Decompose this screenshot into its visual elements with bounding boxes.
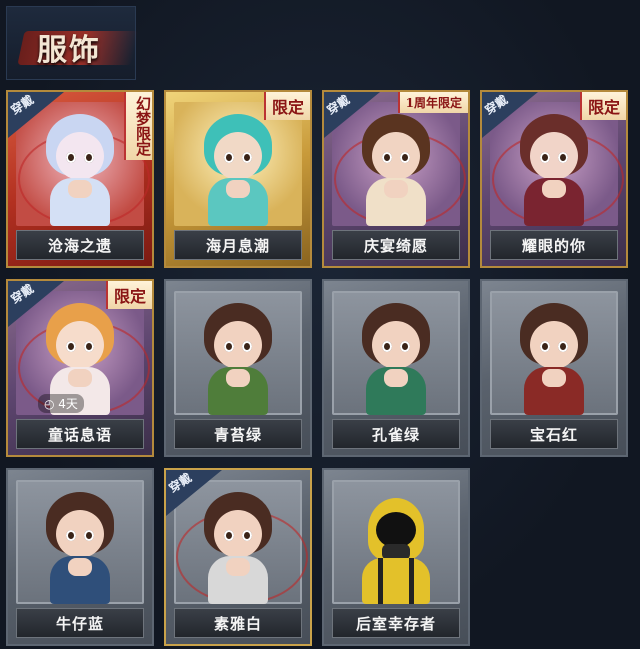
character-hands [226,369,250,387]
character-hands [68,558,92,576]
outfit-card[interactable]: 限定海月息潮 [164,90,312,268]
character-face [56,321,104,369]
card-label-bar: 海月息潮 [174,230,302,260]
character-eye [242,530,252,541]
outfit-card[interactable]: 牛仔蓝 [6,468,154,646]
outfit-card[interactable]: 限定 穿戴 ◴ 4天 童话息语 [6,279,154,457]
character-eye [558,341,568,352]
suspender-strap [409,558,414,604]
character-eye [382,341,392,352]
character-portrait [190,114,286,226]
outfit-name: 青苔绿 [213,425,262,444]
outfit-card[interactable]: 穿戴 素雅白 [164,468,312,646]
limited-tag: 1周年限定 [397,92,468,113]
outfit-name: 沧海之遗 [47,236,112,255]
limited-tag: 幻梦限定 [124,92,152,160]
card-label-bar: 后室幸存者 [332,608,460,638]
outfit-name: 牛仔蓝 [55,614,104,633]
suspender-strap [378,558,383,604]
character-eye [540,152,550,163]
character-portrait [348,303,444,415]
card-label-bar: 庆宴绮愿 [332,230,460,260]
character-eye [224,530,234,541]
expiry-timer-text: 4天 [58,397,78,411]
limited-tag: 限定 [105,281,152,309]
character-hands [68,180,92,198]
character-eye [66,152,76,163]
character-portrait [348,492,444,604]
character-face [530,321,578,369]
character-hands [68,369,92,387]
outfit-card[interactable]: 宝石红 [480,279,628,457]
outfit-name: 海月息潮 [205,236,270,255]
character-hands [384,369,408,387]
outfit-card[interactable]: 1周年限定 穿戴 庆宴绮愿 [322,90,470,268]
character-eye [66,341,76,352]
card-label-bar: 耀眼的你 [490,230,618,260]
character-hands [542,180,566,198]
outfit-name: 后室幸存者 [355,614,436,633]
card-label-bar: 牛仔蓝 [16,608,144,638]
character-portrait [190,303,286,415]
character-eye [242,341,252,352]
limited-tag: 限定 [579,92,626,120]
character-face [56,132,104,180]
character-eye [400,152,410,163]
character-eye [66,530,76,541]
character-eye [400,341,410,352]
character-face [214,321,262,369]
character-eye [84,530,94,541]
hazmat-suit [362,558,430,604]
outfit-card[interactable]: 青苔绿 [164,279,312,457]
character-portrait [32,492,128,604]
card-label-bar: 沧海之遗 [16,230,144,260]
outfit-name: 宝石红 [529,425,578,444]
page-title: 服饰 [37,33,101,68]
section-header: 服饰 [6,6,139,80]
character-hands [384,180,408,198]
character-face [530,132,578,180]
character-eye [224,341,234,352]
card-label-bar: 宝石红 [490,419,618,449]
character-face [372,132,420,180]
character-hands [226,558,250,576]
outfit-card[interactable]: 幻梦限定 穿戴 沧海之遗 [6,90,154,268]
character-eye [382,152,392,163]
outfit-card[interactable]: 限定 穿戴 耀眼的你 [480,90,628,268]
character-eye [224,152,234,163]
card-label-bar: 素雅白 [174,608,302,638]
clock-icon: ◴ [44,397,59,411]
card-label-bar: 孔雀绿 [332,419,460,449]
outfit-name: 耀眼的你 [521,236,586,255]
outfit-name: 庆宴绮愿 [363,236,428,255]
card-label-bar: 青苔绿 [174,419,302,449]
character-hands [226,180,250,198]
character-eye [84,341,94,352]
outfit-name: 童话息语 [47,425,112,444]
character-face [372,321,420,369]
expiry-timer: ◴ 4天 [38,394,84,413]
outfit-name: 素雅白 [213,614,262,633]
character-portrait [506,303,602,415]
limited-tag: 限定 [263,92,310,120]
hazmat-visor [376,512,416,548]
character-face [214,132,262,180]
outfit-name: 孔雀绿 [371,425,420,444]
character-eye [242,152,252,163]
character-eye [540,341,550,352]
character-face [56,510,104,558]
outfit-card[interactable]: 孔雀绿 [322,279,470,457]
card-label-bar: 童话息语 [16,419,144,449]
outfit-card[interactable]: 后室幸存者 [322,468,470,646]
character-eye [84,152,94,163]
character-face [214,510,262,558]
character-hands [542,369,566,387]
character-eye [558,152,568,163]
